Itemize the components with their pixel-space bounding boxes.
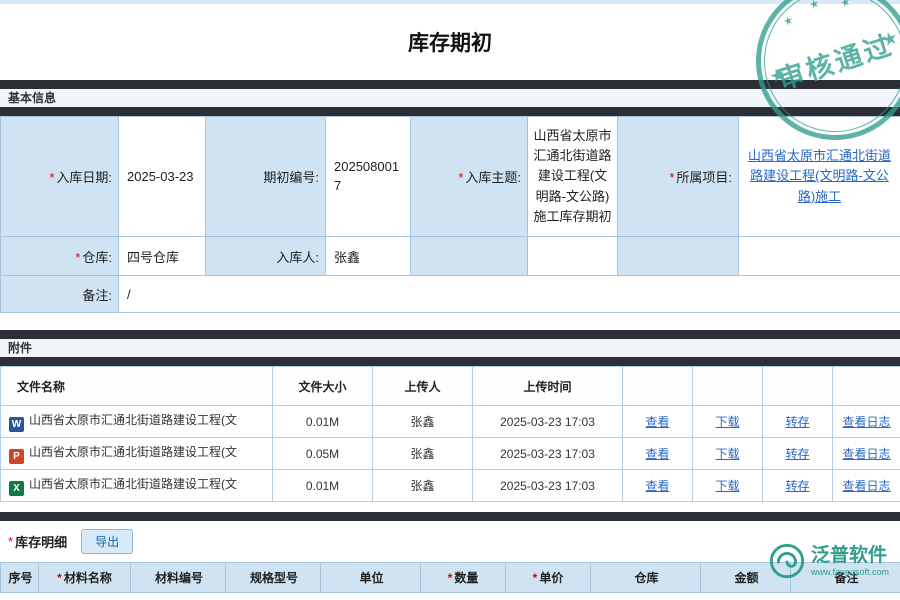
divider-bar [0, 80, 900, 89]
project-link[interactable]: 山西省太原市汇通北街道路建设工程(文明路-文公路)施工 [748, 148, 891, 203]
col-file-name: 文件名称 [1, 367, 273, 406]
in-date-value: 2025-03-23 [119, 117, 206, 237]
divider-bar [0, 357, 900, 366]
spacer [0, 313, 900, 330]
col-seq: 序号 [1, 563, 39, 593]
file-name: 山西省太原市汇通北街道路建设工程(文 [29, 477, 237, 491]
section-basic-info-label: 基本信息 [8, 91, 56, 105]
export-button[interactable]: 导出 [81, 529, 133, 554]
view-link[interactable]: 查看 [645, 447, 669, 461]
word-file-icon: W [9, 417, 24, 432]
attachment-row: W 山西省太原市汇通北街道路建设工程(文 0.01M 张鑫 2025-03-23 … [1, 406, 900, 438]
empty-value-cell [528, 237, 618, 276]
col-action [693, 367, 763, 406]
section-detail-label: 库存明细 [15, 532, 67, 551]
file-size: 0.01M [273, 470, 373, 502]
empty-label-cell [411, 237, 528, 276]
basic-info-table: *入库日期: 2025-03-23 期初编号: 2025080017 *入库主题… [0, 116, 900, 313]
col-quantity: *数量 [421, 563, 506, 593]
file-name: 山西省太原市汇通北街道路建设工程(文 [29, 413, 237, 427]
divider-bar [0, 330, 900, 339]
attachments-header-row: 文件名称 文件大小 上传人 上传时间 [1, 367, 900, 406]
empty-label-cell [618, 237, 739, 276]
warehouse-value: 四号仓库 [119, 237, 206, 276]
remark-label: 备注: [1, 276, 119, 313]
file-name-cell: W 山西省太原市汇通北街道路建设工程(文 [1, 406, 273, 438]
view-link[interactable]: 查看 [645, 415, 669, 429]
spacer [0, 502, 900, 512]
download-link[interactable]: 下载 [715, 415, 739, 429]
file-size: 0.05M [273, 438, 373, 470]
col-material-no: 材料编号 [131, 563, 226, 593]
section-attachments-label: 附件 [8, 341, 32, 355]
file-size: 0.01M [273, 406, 373, 438]
basic-info-row-3: 备注: / [1, 276, 900, 313]
transfer-link[interactable]: 转存 [785, 415, 809, 429]
excel-file-icon: X [9, 481, 24, 496]
section-basic-info: 基本信息 [0, 89, 900, 107]
project-label: *所属项目: [618, 117, 739, 237]
brand-swirl-icon [768, 542, 806, 580]
brand-name: 泛普软件 [811, 545, 889, 567]
col-file-size: 文件大小 [273, 367, 373, 406]
subject-label: *入库主题: [411, 117, 528, 237]
col-upload-time: 上传时间 [473, 367, 623, 406]
uploader: 张鑫 [373, 438, 473, 470]
view-log-link[interactable]: 查看日志 [842, 479, 890, 493]
uploader: 张鑫 [373, 470, 473, 502]
col-unit: 单位 [321, 563, 421, 593]
upload-time: 2025-03-23 17:03 [473, 406, 623, 438]
title-bar: 库存期初 [0, 4, 900, 80]
uploader: 张鑫 [373, 406, 473, 438]
empty-value-cell [739, 237, 900, 276]
basic-info-row-1: *入库日期: 2025-03-23 期初编号: 2025080017 *入库主题… [1, 117, 900, 237]
operator-label: 入库人: [206, 237, 326, 276]
upload-time: 2025-03-23 17:03 [473, 438, 623, 470]
detail-table-header: 序号 *材料名称 材料编号 规格型号 单位 *数量 *单价 仓库 金额 备注 [0, 562, 900, 593]
col-action [623, 367, 693, 406]
in-date-label: *入库日期: [1, 117, 119, 237]
view-log-link[interactable]: 查看日志 [842, 415, 890, 429]
section-attachments: 附件 [0, 339, 900, 357]
col-uploader: 上传人 [373, 367, 473, 406]
col-warehouse: 仓库 [591, 563, 701, 593]
detail-header-row: 序号 *材料名称 材料编号 规格型号 单位 *数量 *单价 仓库 金额 备注 [1, 563, 900, 593]
download-link[interactable]: 下载 [715, 479, 739, 493]
transfer-link[interactable]: 转存 [785, 479, 809, 493]
brand-site: www.fanpusoft.com [811, 567, 889, 577]
download-link[interactable]: 下载 [715, 447, 739, 461]
operator-value: 张鑫 [326, 237, 411, 276]
basic-info-row-2: *仓库: 四号仓库 入库人: 张鑫 [1, 237, 900, 276]
view-log-link[interactable]: 查看日志 [842, 447, 890, 461]
file-name-cell: X 山西省太原市汇通北街道路建设工程(文 [1, 470, 273, 502]
col-action [833, 367, 900, 406]
project-value: 山西省太原市汇通北街道路建设工程(文明路-文公路)施工 [739, 117, 900, 237]
initial-no-value: 2025080017 [326, 117, 411, 237]
attachment-row: P 山西省太原市汇通北街道路建设工程(文 0.05M 张鑫 2025-03-23 … [1, 438, 900, 470]
brand-logo: 泛普软件 www.fanpusoft.com [768, 542, 889, 580]
col-unit-price: *单价 [506, 563, 591, 593]
col-action [763, 367, 833, 406]
col-spec-model: 规格型号 [226, 563, 321, 593]
transfer-link[interactable]: 转存 [785, 447, 809, 461]
page-title: 库存期初 [408, 27, 492, 57]
ppt-file-icon: P [9, 449, 24, 464]
warehouse-label: *仓库: [1, 237, 119, 276]
file-name-cell: P 山西省太原市汇通北街道路建设工程(文 [1, 438, 273, 470]
remark-value: / [119, 276, 900, 313]
attachments-table: 文件名称 文件大小 上传人 上传时间 W 山西省太原市汇通北街道路建设工程(文 0… [0, 366, 900, 502]
file-name: 山西省太原市汇通北街道路建设工程(文 [29, 445, 237, 459]
section-inventory-detail: * 库存明细 导出 [0, 521, 900, 562]
divider-bar [0, 512, 900, 521]
initial-no-label: 期初编号: [206, 117, 326, 237]
divider-bar [0, 107, 900, 116]
col-material-name: *材料名称 [39, 563, 131, 593]
view-link[interactable]: 查看 [645, 479, 669, 493]
upload-time: 2025-03-23 17:03 [473, 470, 623, 502]
subject-value: 山西省太原市汇通北街道路建设工程(文明路-文公路)施工库存期初 [528, 117, 618, 237]
attachment-row: X 山西省太原市汇通北街道路建设工程(文 0.01M 张鑫 2025-03-23 … [1, 470, 900, 502]
